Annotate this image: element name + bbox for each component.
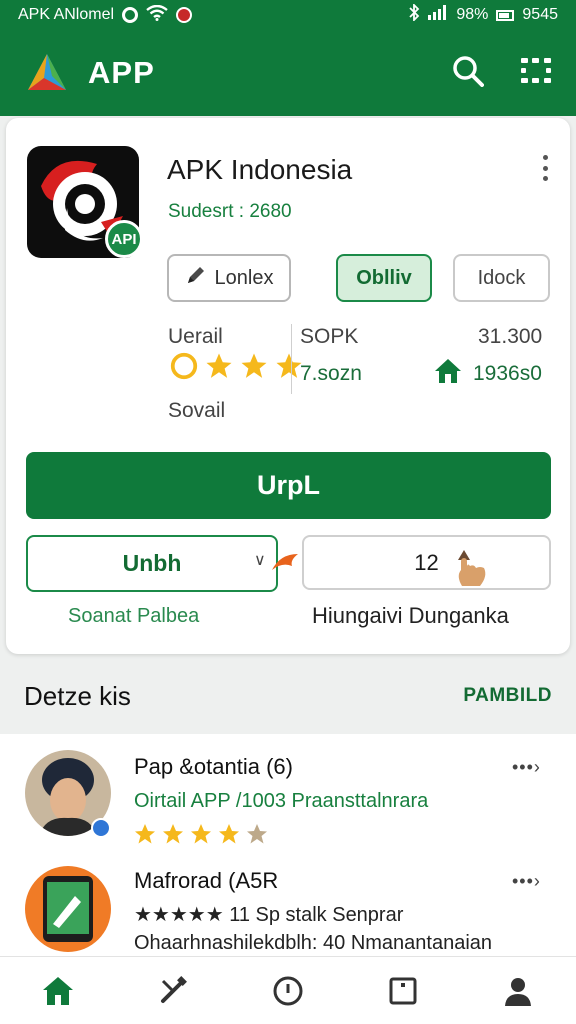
grid-icon[interactable]	[520, 57, 552, 90]
size-label: SOPK	[300, 325, 359, 348]
card-footer-right: Hiungaivi Dunganka	[312, 603, 509, 628]
list-item[interactable]: Pap &otantia (6) •••› Oirtail APP /1003 …	[0, 734, 576, 846]
profile-icon	[505, 977, 532, 1006]
verified-icon	[91, 818, 111, 838]
star-icon	[206, 353, 232, 378]
pencil-icon	[185, 264, 207, 292]
card-footer-left: Soanat Palbea	[68, 605, 200, 627]
rating-note: Sovail	[168, 399, 226, 422]
list-item[interactable]: Mafrorad (A5R •••› ★★★★★ 11 Sp stalk Sen…	[0, 854, 576, 956]
star-icon	[219, 824, 239, 844]
battery-icon	[496, 9, 515, 21]
downloads-value: 1936s0	[473, 362, 542, 385]
app-badge: API	[105, 220, 143, 258]
star-icon	[170, 352, 198, 380]
app-bar: APP	[0, 30, 576, 116]
chip-idock[interactable]: Idock	[453, 254, 550, 302]
rating-stars	[168, 351, 305, 381]
chip-lonlex[interactable]: Lonlex	[167, 254, 291, 302]
section-header: Detze kis PAMBILD	[0, 660, 576, 732]
star-icon	[241, 353, 267, 378]
clock: 9545	[522, 6, 558, 23]
signal-icon	[428, 5, 448, 25]
list-item-detail: Ohaarhnashilekdblh: 40 Nmanantanaian	[134, 932, 493, 954]
home-icon	[42, 976, 73, 1005]
list-item-title: Mafrorad (A5R	[134, 868, 279, 893]
nav-tools[interactable]	[143, 966, 203, 1016]
star-icon	[163, 824, 183, 844]
nav-profile[interactable]	[488, 966, 548, 1016]
nav-home[interactable]	[28, 966, 88, 1016]
list-item-title: Pap &otantia (6)	[134, 754, 293, 779]
list-item-subtitle: ★★★★★ 11 Sp stalk Senprar	[134, 904, 404, 926]
primary-action-button[interactable]: UrpL	[26, 452, 551, 519]
rating-label: Uerail	[168, 325, 223, 348]
record-icon	[176, 7, 193, 23]
star-icon	[191, 824, 211, 844]
app-thumbnail	[25, 866, 111, 952]
wifi-icon	[146, 4, 168, 26]
app-list: Pap &otantia (6) •••› Oirtail APP /1003 …	[0, 734, 576, 956]
app-name: APK Indonesia	[167, 154, 353, 185]
nav-library[interactable]	[373, 966, 433, 1016]
star-icon	[135, 824, 155, 844]
house-icon	[434, 358, 462, 389]
status-bar: APK ANlomel 98% 9545	[0, 0, 576, 30]
more-icon[interactable]: •••›	[512, 871, 541, 892]
pointer-hand-icon	[450, 546, 490, 595]
list-item-rating	[132, 822, 270, 846]
bluetooth-icon	[408, 2, 420, 26]
downloads-label: 31.300	[478, 325, 543, 348]
kebab-icon[interactable]	[535, 155, 555, 181]
app-detail-card: API APK Indonesia Sudesrt : 2680 Lonlex …	[6, 118, 570, 654]
square-icon	[389, 977, 417, 1004]
app-subtitle: Sudesrt : 2680	[168, 201, 292, 222]
section-title: Detze kis	[24, 680, 131, 711]
chip-oblliv[interactable]: Oblliv	[336, 254, 432, 302]
app-logo-icon	[24, 50, 70, 96]
leaf-icon	[270, 552, 300, 579]
tools-icon	[160, 975, 187, 1003]
section-action-link[interactable]: PAMBILD	[463, 685, 552, 707]
app-circle-icon	[122, 7, 139, 23]
list-item-subtitle: Oirtail APP /1003 Praansttalnrara	[134, 790, 429, 812]
version-select[interactable]: Unbh	[26, 535, 278, 592]
count-button[interactable]: 12	[302, 535, 551, 590]
size-value: 7.sozn	[300, 362, 362, 385]
compass-icon	[273, 976, 303, 1005]
nav-explore[interactable]	[258, 966, 318, 1016]
search-icon[interactable]	[452, 55, 484, 92]
chip-label: Lonlex	[214, 266, 274, 289]
battery-percent: 98%	[456, 6, 489, 23]
status-text: APK ANlomel	[18, 6, 115, 23]
more-icon[interactable]: •••›	[512, 757, 541, 778]
stats-divider	[291, 324, 292, 394]
chevron-down-icon: ∨	[254, 552, 266, 569]
app-bar-title: APP	[88, 55, 155, 90]
star-icon	[247, 824, 267, 844]
bottom-nav	[0, 956, 576, 1024]
